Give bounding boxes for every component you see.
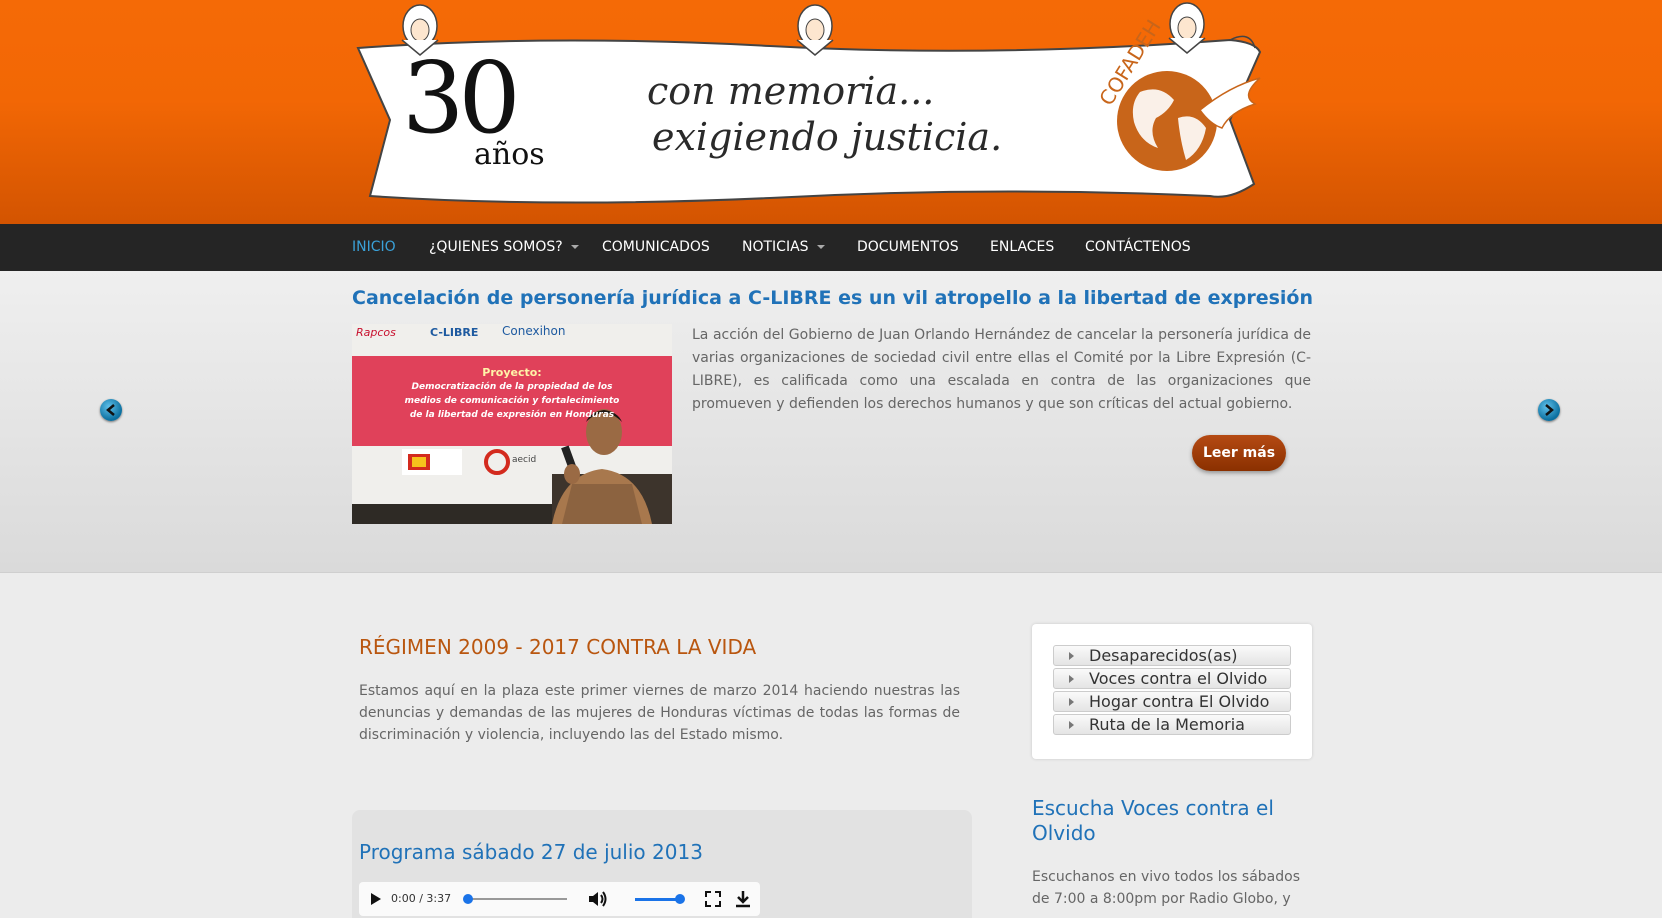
nav-label: ENLACES bbox=[990, 239, 1055, 255]
image-logo-clibre: C-LIBRE bbox=[430, 326, 479, 339]
read-more-button[interactable]: Leer más bbox=[1192, 435, 1286, 471]
image-sponsor: aecid bbox=[512, 455, 537, 465]
nav-item-comunicados[interactable]: COMUNICADOS bbox=[602, 224, 710, 271]
main-nav: INICIO ¿QUIENES SOMOS? COMUNICADOS NOTIC… bbox=[0, 224, 1662, 271]
audio-progress-handle[interactable] bbox=[463, 894, 473, 904]
banner-30: 30 bbox=[402, 42, 521, 156]
article-title[interactable]: RÉGIMEN 2009 - 2017 CONTRA LA VIDA bbox=[359, 635, 756, 659]
volume-slider[interactable] bbox=[635, 898, 679, 901]
slide-photo bbox=[352, 324, 672, 524]
nav-label: CONTÁCTENOS bbox=[1085, 239, 1191, 255]
banner-slogan-line1: con memoria... bbox=[647, 69, 935, 113]
fullscreen-icon[interactable] bbox=[705, 891, 721, 907]
image-heading: Proyecto: bbox=[482, 366, 542, 379]
sidebar-item-voces[interactable]: Voces contra el Olvido bbox=[1053, 668, 1291, 689]
arrow-left-icon bbox=[106, 404, 115, 416]
download-icon[interactable] bbox=[735, 890, 751, 908]
listen-title: Escucha Voces contra el Olvido bbox=[1032, 796, 1274, 845]
sidebar-item-hogar[interactable]: Hogar contra El Olvido bbox=[1053, 691, 1291, 712]
slide-excerpt: La acción del Gobierno de Juan Orlando H… bbox=[692, 327, 1311, 412]
banner-slogan-line2: exigiendo justicia. bbox=[652, 115, 1003, 159]
slide-title-link[interactable]: Cancelación de personería jurídica a C-L… bbox=[352, 287, 1313, 309]
sidebar-item-desaparecidos[interactable]: Desaparecidos(as) bbox=[1053, 645, 1291, 666]
nav-label: ¿QUIENES SOMOS? bbox=[429, 239, 563, 255]
nav-item-enlaces[interactable]: ENLACES bbox=[990, 224, 1054, 271]
image-line2: medios de comunicación y fortalecimiento bbox=[404, 396, 620, 406]
nav-item-quienes-somos[interactable]: ¿QUIENES SOMOS? bbox=[429, 224, 579, 271]
audio-time: 0:00 / 3:37 bbox=[391, 892, 452, 905]
caret-down-icon bbox=[570, 245, 579, 249]
listen-text: Escuchanos en vivo todos los sábados de … bbox=[1032, 869, 1300, 907]
nav-label: COMUNICADOS bbox=[602, 239, 710, 255]
chevron-right-icon bbox=[1069, 698, 1074, 706]
chevron-right-icon bbox=[1069, 652, 1074, 660]
sidebar-item-label: Voces contra el Olvido bbox=[1089, 669, 1268, 688]
featured-slider: Cancelación de personería jurídica a C-L… bbox=[0, 271, 1662, 573]
slider-prev-button[interactable] bbox=[100, 399, 122, 421]
audio-progress-track[interactable] bbox=[467, 898, 567, 900]
sidebar-item-label: Desaparecidos(as) bbox=[1089, 646, 1238, 665]
sidebar-item-label: Hogar contra El Olvido bbox=[1089, 692, 1270, 711]
article-excerpt: Estamos aquí en la plaza este primer vie… bbox=[359, 683, 960, 743]
sidebar-item-ruta[interactable]: Ruta de la Memoria bbox=[1053, 714, 1291, 735]
nav-item-contactenos[interactable]: CONTÁCTENOS bbox=[1085, 224, 1191, 271]
banner[interactable]: 30 años con memoria... exigiendo justici… bbox=[350, 0, 1308, 224]
slide-image[interactable]: Rapcos C-LIBRE Conexihon Proyecto: Democ… bbox=[352, 324, 672, 524]
nav-item-documentos[interactable]: DOCUMENTOS bbox=[857, 224, 959, 271]
image-line1: Democratización de la propiedad de los bbox=[411, 382, 613, 392]
banner-years: años bbox=[474, 137, 545, 172]
program-title[interactable]: Programa sábado 27 de julio 2013 bbox=[359, 840, 703, 864]
volume-icon[interactable] bbox=[587, 890, 609, 908]
audio-player: 0:00 / 3:37 bbox=[359, 882, 760, 916]
nav-item-noticias[interactable]: NOTICIAS bbox=[742, 224, 825, 271]
chevron-right-icon bbox=[1069, 675, 1074, 683]
caret-down-icon bbox=[816, 245, 825, 249]
nav-label: DOCUMENTOS bbox=[857, 239, 959, 255]
nav-label: NOTICIAS bbox=[742, 239, 809, 255]
arrow-right-icon bbox=[1545, 404, 1554, 416]
nav-item-inicio[interactable]: INICIO bbox=[352, 224, 396, 271]
image-logo-conexihon: Conexihon bbox=[502, 324, 566, 338]
nav-label: INICIO bbox=[352, 239, 396, 255]
play-icon[interactable] bbox=[371, 893, 381, 905]
chevron-right-icon bbox=[1069, 721, 1074, 729]
sidebar-item-label: Ruta de la Memoria bbox=[1089, 715, 1245, 734]
volume-handle[interactable] bbox=[675, 894, 685, 904]
image-line3: de la libertad de expresión en Honduras bbox=[409, 410, 615, 420]
site-header: 30 años con memoria... exigiendo justici… bbox=[0, 0, 1662, 224]
image-logo-rapcos: Rapcos bbox=[356, 326, 396, 339]
sidebar-menu: Desaparecidos(as) Voces contra el Olvido… bbox=[1032, 624, 1312, 759]
slider-next-button[interactable] bbox=[1538, 399, 1560, 421]
